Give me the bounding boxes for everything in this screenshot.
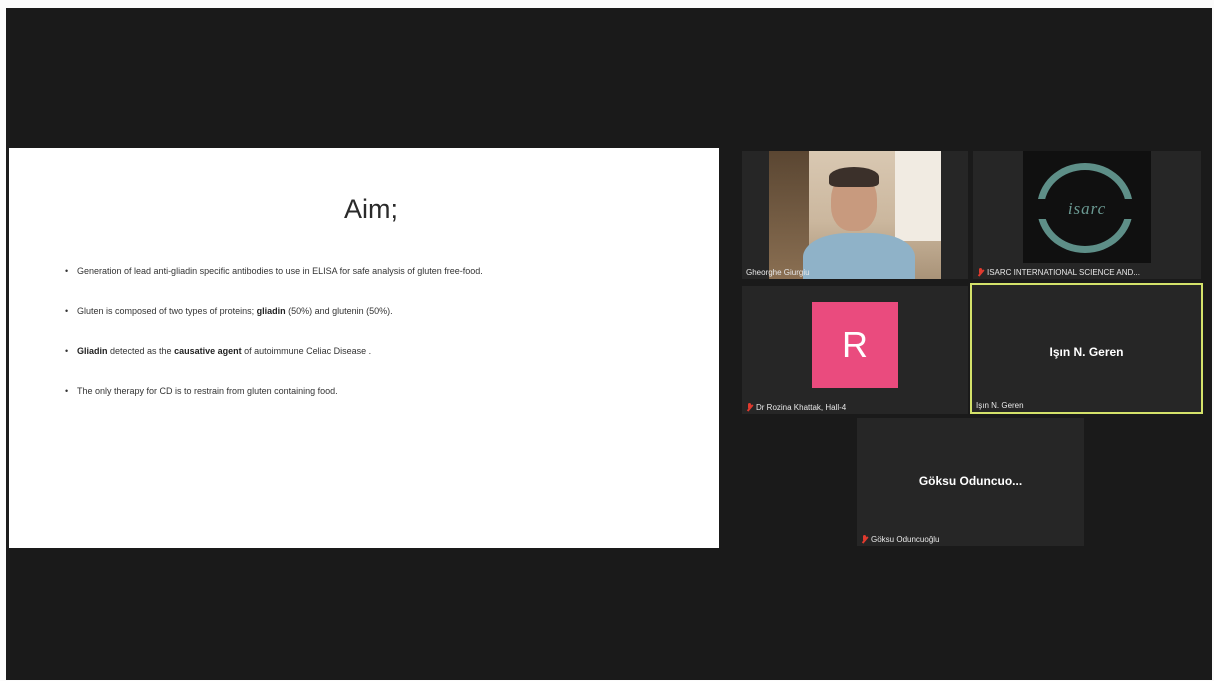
bullet-text: Gluten is composed of two types of prote… [77, 306, 257, 316]
participant-tile-rozina[interactable]: R Dr Rozina Khattak, Hall-4 [742, 286, 968, 414]
participant-tile-isin-active-speaker[interactable]: Işın N. Geren Işın N. Geren [970, 283, 1203, 414]
participant-name-label: Gheorghe Giurgiu [746, 268, 810, 277]
slide-bullet: • Gliadin detected as the causative agen… [65, 346, 483, 357]
bullet-dot: • [65, 266, 69, 276]
slide-bullet: • Generation of lead anti-gliadin specif… [65, 266, 483, 277]
participant-name-label: Işın N. Geren [976, 401, 1024, 410]
participant-name-label: Göksu Oduncuoğlu [861, 535, 940, 544]
bullet-text: of autoimmune Celiac Disease . [241, 346, 372, 356]
participant-name-label: ISARC INTERNATIONAL SCIENCE AND... [977, 268, 1140, 277]
participant-video [769, 151, 941, 279]
bullet-dot: • [65, 306, 69, 316]
participant-name-label: Dr Rozina Khattak, Hall-4 [746, 403, 846, 412]
slide-title: Aim; [344, 194, 398, 224]
shared-screen-slide: Aim; • Generation of lead anti-gliadin s… [9, 148, 719, 548]
bullet-dot: • [65, 346, 69, 356]
mic-muted-icon [861, 535, 868, 544]
participant-display-name: Işın N. Geren [1049, 345, 1124, 359]
bullet-bold-text: gliadin [256, 306, 286, 316]
avatar: R [812, 302, 898, 388]
mic-muted-icon [746, 403, 753, 412]
bullet-text: Generation of lead anti-gliadin specific… [77, 266, 483, 276]
participant-tile-gheorghe[interactable]: Gheorghe Giurgiu [742, 151, 968, 279]
slide-bullet: • The only therapy for CD is to restrain… [65, 386, 483, 397]
participant-tile-isarc[interactable]: isarc ISARC INTERNATIONAL SCIENCE AND... [973, 151, 1201, 279]
slide-bullet: • Gluten is composed of two types of pro… [65, 306, 483, 317]
bullet-text: (50%) and glutenin (50%). [285, 306, 393, 316]
bullet-text: detected as the [107, 346, 175, 356]
slide-bullet-list: • Generation of lead anti-gliadin specif… [65, 266, 483, 426]
participant-display-name: Göksu Oduncuo... [918, 474, 1023, 488]
bullet-text: The only therapy for CD is to restrain f… [77, 386, 338, 396]
bullet-bold-text: causative agent [174, 346, 242, 356]
bullet-dot: • [65, 386, 69, 396]
isarc-logo: isarc [1023, 151, 1151, 263]
participant-tile-goksu[interactable]: Göksu Oduncuo... Göksu Oduncuoğlu [857, 418, 1084, 546]
mic-muted-icon [977, 268, 984, 277]
bullet-bold-text: Gliadin [77, 346, 108, 356]
